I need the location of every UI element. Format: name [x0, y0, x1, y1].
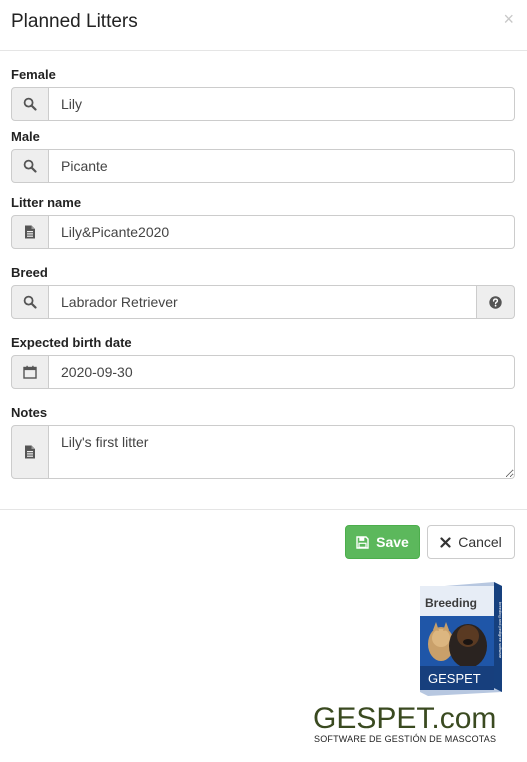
product-box-image: Breeding GESPET breeding and pedigree so… [420, 582, 503, 696]
litter-name-input[interactable] [49, 215, 515, 249]
gespet-tagline: SOFTWARE DE GESTIÓN DE MASCOTAS [314, 734, 497, 744]
female-input-group [11, 87, 515, 121]
save-button[interactable]: Save [345, 525, 420, 559]
modal-header: Planned Litters × [0, 0, 527, 51]
litter-name-label: Litter name [11, 195, 82, 210]
breed-input[interactable] [49, 285, 477, 319]
box-side-text: breeding and pedigree software [498, 602, 503, 659]
calendar-icon[interactable] [11, 355, 49, 389]
search-icon[interactable] [11, 87, 49, 121]
expected-birth-date-input-group [11, 355, 515, 389]
close-icon [440, 536, 451, 548]
breed-label: Breed [11, 265, 48, 280]
search-icon[interactable] [11, 149, 49, 183]
notes-textarea[interactable]: Lily's first litter [49, 425, 515, 479]
expected-birth-date-label: Expected birth date [11, 335, 132, 350]
cancel-button[interactable]: Cancel [427, 525, 515, 559]
female-input[interactable] [49, 87, 515, 121]
modal-title: Planned Litters [11, 11, 138, 32]
gespet-logo: GESPET.com [313, 702, 497, 735]
document-icon [11, 215, 49, 249]
box-logo: GESPET [428, 671, 481, 686]
female-label: Female [11, 67, 56, 82]
male-label: Male [11, 129, 40, 144]
notes-label: Notes [11, 405, 48, 420]
floppy-disk-icon [356, 535, 369, 549]
question-icon[interactable] [477, 285, 515, 319]
footer-divider [0, 509, 527, 510]
breed-input-group [11, 285, 515, 319]
notes-input-group: Lily's first litter [11, 425, 515, 479]
search-icon[interactable] [11, 285, 49, 319]
save-button-label: Save [376, 534, 409, 550]
document-icon [11, 425, 49, 479]
expected-birth-date-input[interactable] [49, 355, 515, 389]
close-icon[interactable]: × [503, 10, 514, 28]
cancel-button-label: Cancel [458, 534, 502, 550]
male-input-group [11, 149, 515, 183]
litter-name-input-group [11, 215, 515, 249]
male-input[interactable] [49, 149, 515, 183]
box-title: Breeding [425, 596, 477, 610]
